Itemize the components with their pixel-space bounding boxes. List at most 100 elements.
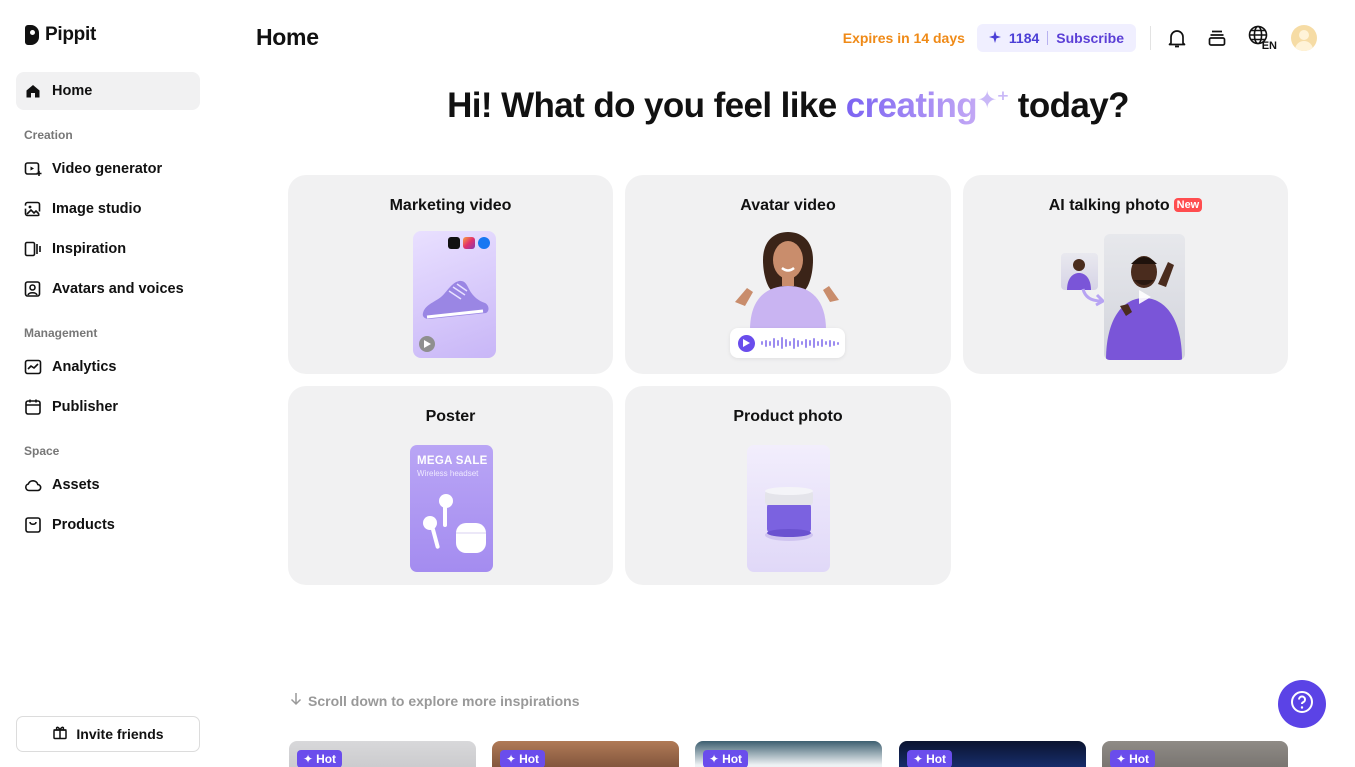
question-icon bbox=[1290, 690, 1314, 719]
language-selector[interactable]: EN bbox=[1243, 24, 1277, 52]
hot-label: Hot bbox=[926, 752, 947, 766]
sparkle-icon: ✦ bbox=[913, 752, 924, 766]
invite-friends-button[interactable]: Invite friends bbox=[16, 716, 200, 752]
gift-icon bbox=[52, 724, 68, 745]
hot-badge: ✦ Hot bbox=[703, 750, 749, 767]
avatar-icon bbox=[24, 280, 42, 298]
marketing-video-card[interactable]: Marketing video bbox=[288, 175, 613, 374]
hot-badge: ✦ Hot bbox=[500, 750, 546, 767]
sidebar: Pippit Home Creation Video generator Ima… bbox=[0, 0, 216, 767]
product-photo-card[interactable]: Product photo bbox=[625, 386, 951, 585]
sparkle-icon: ✦ bbox=[1116, 752, 1127, 766]
sidebar-item-home[interactable]: Home bbox=[16, 72, 200, 110]
analytics-icon bbox=[24, 358, 42, 376]
facebook-icon bbox=[478, 237, 490, 249]
tiktok-icon bbox=[448, 237, 460, 249]
hero-text-pre: Hi! What do you feel like bbox=[447, 86, 846, 125]
sidebar-item-inspiration[interactable]: Inspiration bbox=[16, 230, 200, 268]
section-title-creation: Creation bbox=[24, 128, 73, 142]
sidebar-item-image-studio[interactable]: Image studio bbox=[16, 190, 200, 228]
audio-waveform-pill bbox=[730, 328, 845, 358]
sidebar-item-label: Analytics bbox=[52, 359, 117, 375]
credits-count: 1184 bbox=[1008, 30, 1040, 46]
sparkle-icon: ✦⁺ bbox=[977, 87, 1009, 114]
marketing-video-preview bbox=[413, 231, 496, 358]
poster-subline: Wireless headset bbox=[417, 469, 479, 478]
source-photo-thumbnail bbox=[1061, 253, 1098, 290]
sparkle-icon: ✦ bbox=[303, 752, 314, 766]
hot-label: Hot bbox=[519, 752, 540, 766]
hot-badge: ✦ Hot bbox=[1110, 750, 1156, 767]
talking-photo-preview bbox=[1104, 234, 1185, 360]
sidebar-item-label: Inspiration bbox=[52, 241, 127, 257]
inspiration-card[interactable]: ✦ Hot bbox=[695, 741, 882, 767]
hot-label: Hot bbox=[1129, 752, 1150, 766]
avatar-video-card[interactable]: Avatar video bbox=[625, 175, 951, 374]
bag-icon bbox=[24, 516, 42, 534]
sidebar-nav: Home Creation Video generator Image stud… bbox=[16, 72, 200, 546]
poster-card[interactable]: Poster MEGA SALE Wireless headset bbox=[288, 386, 613, 585]
sidebar-item-label: Products bbox=[52, 517, 115, 533]
wallet-icon[interactable] bbox=[1203, 24, 1231, 52]
instagram-icon bbox=[463, 237, 475, 249]
arrow-down-icon bbox=[290, 692, 302, 709]
hot-badge: ✦ Hot bbox=[297, 750, 343, 767]
card-title: Marketing video bbox=[389, 197, 512, 214]
sparkle-icon: ✦ bbox=[506, 752, 517, 766]
sidebar-item-label: Home bbox=[52, 83, 93, 99]
language-code: EN bbox=[1261, 40, 1277, 52]
sidebar-item-label: Assets bbox=[52, 477, 100, 493]
scroll-hint: Scroll down to explore more inspirations bbox=[290, 692, 580, 709]
sidebar-item-avatars-voices[interactable]: Avatars and voices bbox=[16, 270, 200, 308]
play-icon bbox=[419, 336, 435, 352]
user-avatar[interactable] bbox=[1291, 25, 1317, 51]
play-icon bbox=[738, 334, 755, 352]
home-icon bbox=[24, 82, 42, 100]
sidebar-item-publisher[interactable]: Publisher bbox=[16, 388, 200, 426]
hot-label: Hot bbox=[316, 752, 337, 766]
app-logo[interactable]: Pippit bbox=[25, 24, 96, 46]
inspiration-card[interactable]: ✦ Hot bbox=[289, 741, 476, 767]
card-title: Avatar video bbox=[740, 197, 836, 214]
poster-preview: MEGA SALE Wireless headset bbox=[410, 445, 493, 572]
trial-expiry-link[interactable]: Expires in 14 days bbox=[843, 30, 965, 46]
sidebar-item-label: Image studio bbox=[52, 201, 142, 217]
inspiration-card[interactable]: ✦ Hot bbox=[492, 741, 679, 767]
invite-friends-label: Invite friends bbox=[76, 726, 164, 742]
credits-subscribe-button[interactable]: 1184 Subscribe bbox=[976, 24, 1136, 52]
hot-badge: ✦ Hot bbox=[907, 750, 953, 767]
sidebar-item-products[interactable]: Products bbox=[16, 506, 200, 544]
hero-text-highlight: creating bbox=[845, 86, 978, 125]
poster-headline: MEGA SALE bbox=[417, 455, 488, 467]
hero-heading: Hi! What do you feel like creating✦⁺ tod… bbox=[288, 86, 1288, 126]
sidebar-item-video-generator[interactable]: Video generator bbox=[16, 150, 200, 188]
image-studio-icon bbox=[24, 200, 42, 218]
cream-jar-image bbox=[765, 487, 813, 541]
scroll-hint-text: Scroll down to explore more inspirations bbox=[308, 692, 580, 709]
app-name: Pippit bbox=[45, 24, 96, 45]
sneaker-image bbox=[422, 280, 489, 319]
earbuds-image bbox=[423, 494, 486, 553]
new-badge: New bbox=[1173, 198, 1203, 212]
hot-label: Hot bbox=[722, 752, 743, 766]
sidebar-item-label: Publisher bbox=[52, 399, 119, 415]
waveform-icon bbox=[761, 337, 839, 349]
divider bbox=[1047, 31, 1049, 45]
help-button[interactable] bbox=[1278, 680, 1326, 728]
inspiration-card[interactable]: ✦ Hot bbox=[1102, 741, 1288, 767]
sidebar-item-analytics[interactable]: Analytics bbox=[16, 348, 200, 386]
subscribe-label: Subscribe bbox=[1056, 30, 1124, 46]
inspiration-icon bbox=[24, 240, 42, 258]
divider bbox=[1150, 26, 1151, 50]
card-title-text: AI talking photo bbox=[1048, 197, 1170, 214]
sparkle-icon bbox=[988, 30, 1001, 46]
video-generator-icon bbox=[24, 160, 42, 178]
social-icons bbox=[448, 237, 490, 249]
section-title-space: Space bbox=[24, 444, 60, 458]
sidebar-item-assets[interactable]: Assets bbox=[16, 466, 200, 504]
bell-icon[interactable] bbox=[1163, 24, 1191, 52]
card-title: Product photo bbox=[733, 408, 843, 425]
ai-talking-photo-card[interactable]: AI talking photo New bbox=[963, 175, 1288, 374]
cloud-icon bbox=[24, 476, 42, 494]
inspiration-card[interactable]: ✦ Hot bbox=[899, 741, 1086, 767]
